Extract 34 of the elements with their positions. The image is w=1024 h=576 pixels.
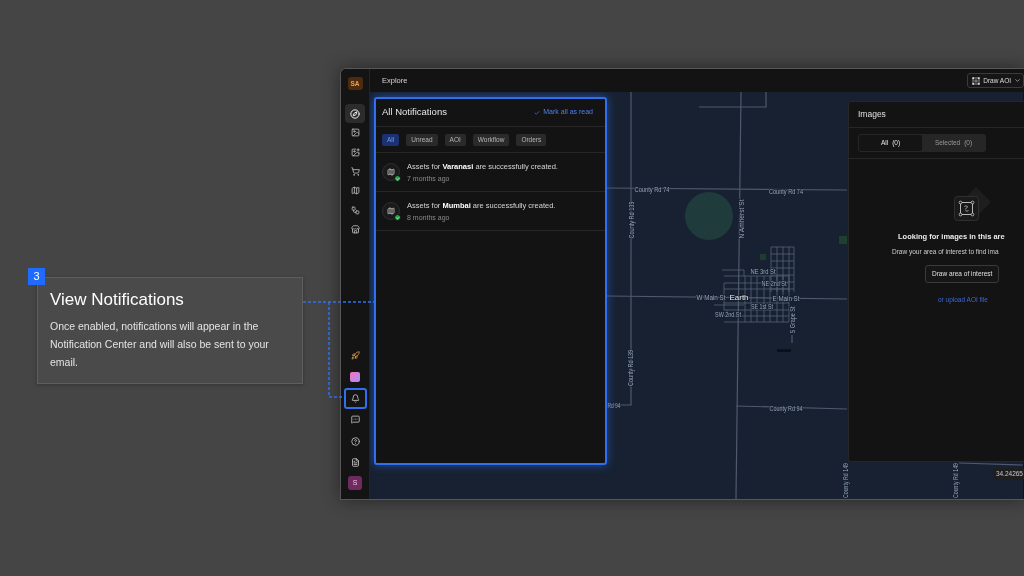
- check-icon: [534, 109, 541, 116]
- check-circle-icon: [394, 214, 401, 221]
- selection-frame-icon: [972, 76, 981, 85]
- circular-field: [685, 192, 733, 240]
- park-area: [839, 236, 847, 244]
- gradient-square-icon: [350, 372, 360, 383]
- sidebar-item[interactable]: [343, 387, 367, 410]
- help-icon: [350, 436, 360, 446]
- sidebar-item[interactable]: [345, 104, 365, 124]
- check-circle-icon: [394, 175, 401, 182]
- map-icon: [382, 202, 400, 220]
- park-area: [760, 254, 766, 260]
- map-icon: [382, 163, 400, 181]
- rocket-icon: [350, 351, 360, 361]
- document-icon: [350, 457, 360, 467]
- callout-text: Once enabled, notifications will appear in the Notification Center and will also be sent to your email.: [50, 319, 270, 370]
- image-icon: [350, 128, 360, 138]
- workflow-icon: [350, 205, 360, 215]
- map-icon: [350, 186, 360, 196]
- callout-title: View Notifications: [50, 289, 185, 311]
- panel-title: Images: [858, 108, 886, 121]
- step-badge: 3: [28, 268, 45, 285]
- place-label: Earth: [729, 292, 749, 302]
- cart-icon: [350, 167, 360, 177]
- image-plus-icon: [350, 147, 360, 157]
- road-line: [958, 462, 1023, 466]
- bell-icon: [350, 393, 360, 403]
- compass-icon: [350, 108, 360, 119]
- store-icon: [350, 224, 360, 234]
- road-line: [791, 334, 793, 344]
- panel-title: All Notifications: [382, 105, 447, 120]
- chevron-down-icon: [1014, 77, 1021, 84]
- chat-icon: [350, 415, 360, 425]
- area-select-icon: [951, 186, 991, 222]
